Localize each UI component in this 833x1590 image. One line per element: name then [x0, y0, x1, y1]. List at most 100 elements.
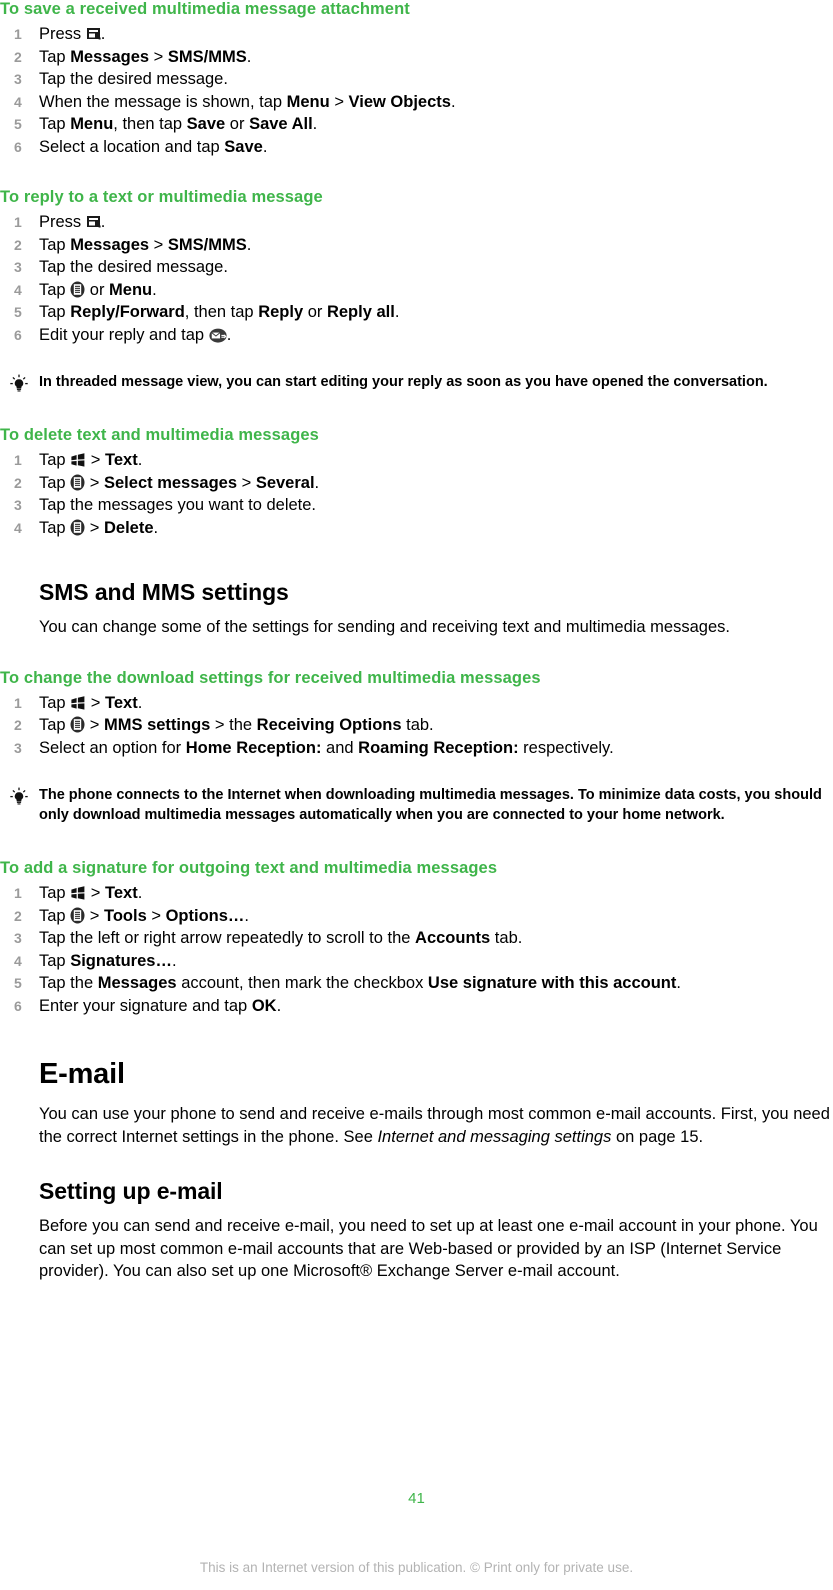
step-text-post: respectively.	[518, 738, 614, 757]
list-item: 6 Enter your signature and tap OK.	[0, 995, 833, 1018]
list-item: 1 Tap > Text.	[0, 692, 833, 715]
list-item: 1 Tap > Text.	[0, 882, 833, 905]
step-text: When the message is shown, tap	[39, 92, 287, 111]
separator: > the	[210, 716, 257, 734]
step-text-post: .	[100, 25, 106, 43]
menu-list-icon	[70, 281, 85, 298]
step-text-post: .	[152, 280, 157, 299]
steps-reply-message: 1 Press . 2 Tap Messages > SMS/MMS. 3 Ta…	[0, 211, 833, 346]
ui-label: Save All	[249, 115, 313, 133]
heading-add-signature: To add a signature for outgoing text and…	[0, 859, 498, 877]
cross-reference: Internet and messaging settings	[377, 1127, 612, 1146]
step-text: Tap the	[39, 974, 98, 992]
step-text: , then tap	[184, 303, 259, 321]
steps-save-attachment: 1 Press . 2 Tap Messages > SMS/MMS. 3 Ta…	[0, 23, 833, 158]
step-number: 2	[14, 717, 22, 733]
ui-label: Select messages	[104, 473, 238, 492]
list-item: 2 Tap Messages > SMS/MMS.	[0, 46, 833, 69]
step-number: 5	[14, 116, 22, 132]
step-text: or	[303, 303, 327, 321]
heading-setting-up-email: Setting up e-mail	[39, 1178, 223, 1204]
step-text: Select an option for	[39, 738, 186, 757]
steps-delete-messages: 1 Tap > Text. 2 Tap > Select messages > …	[0, 449, 833, 539]
footer-note: This is an Internet version of this publ…	[199, 1560, 634, 1575]
ui-label: Menu	[286, 92, 330, 111]
ui-label: Menu	[70, 115, 114, 133]
ui-label: Reply all	[326, 303, 395, 321]
separator: >	[85, 518, 104, 537]
step-text: Tap	[39, 303, 71, 321]
separator: >	[329, 92, 349, 111]
separator: >	[86, 693, 105, 712]
ui-label: Reply	[258, 303, 304, 321]
tip-download-costs: The phone connects to the Internet when …	[0, 785, 833, 825]
heading-reply-message: To reply to a text or multimedia message	[0, 188, 323, 206]
step-text-post: tab.	[490, 929, 523, 947]
phone-display-icon	[86, 215, 101, 230]
step-number: 1	[14, 26, 22, 42]
step-text-post: .	[676, 974, 681, 992]
menu-list-icon	[70, 907, 85, 924]
step-text: or	[225, 115, 250, 133]
step-number: 6	[14, 997, 22, 1014]
step-number: 1	[14, 694, 22, 711]
steps-add-signature: 1 Tap > Text. 2 Tap > Tools > Options…. …	[0, 882, 833, 1017]
body-sms-mms-settings: You can change some of the settings for …	[39, 618, 730, 636]
step-number: 4	[14, 93, 22, 110]
ui-label: Text	[105, 693, 138, 712]
step-text: Tap	[39, 884, 71, 902]
step-text: Select a location and tap	[39, 137, 225, 156]
separator: >	[149, 235, 168, 254]
heading-save-attachment: To save a received multimedia message at…	[0, 0, 410, 18]
step-number: 5	[14, 304, 22, 320]
step-text: Tap the desired message.	[39, 70, 228, 88]
menu-list-icon	[70, 474, 85, 491]
step-text: Tap	[39, 518, 71, 537]
step-number: 3	[14, 71, 22, 87]
list-item: 1 Press .	[0, 23, 833, 46]
list-item: 3 Tap the desired message.	[0, 68, 833, 91]
list-item: 6 Edit your reply and tap .	[0, 324, 833, 347]
step-text-post: .	[450, 92, 456, 111]
start-windows-icon	[70, 886, 86, 901]
step-text-post: .	[153, 518, 159, 537]
step-text-post: .	[226, 325, 232, 344]
body-email: You can use your phone to send and recei…	[39, 1103, 833, 1148]
step-number: 2	[14, 474, 22, 491]
step-number: 3	[14, 259, 22, 275]
list-item: 2 Tap Messages > SMS/MMS.	[0, 234, 833, 257]
step-text: and	[321, 738, 359, 757]
step-text: Tap	[39, 115, 71, 133]
ui-label: Messages	[70, 235, 150, 254]
document-page: To save a received multimedia message at…	[0, 0, 833, 1590]
body-email-post: on page 15.	[611, 1127, 704, 1146]
step-number: 2	[14, 907, 22, 924]
ui-label: Signatures…	[70, 951, 172, 970]
step-number: 1	[14, 452, 22, 468]
step-text-post: tab.	[401, 716, 434, 734]
heading-email: E-mail	[39, 1058, 125, 1090]
list-item: 1 Tap > Text.	[0, 449, 833, 472]
step-number: 2	[14, 236, 22, 253]
step-text: Tap	[39, 716, 71, 734]
step-text: Tap	[39, 473, 71, 492]
separator: >	[237, 473, 256, 492]
step-text-post: .	[246, 235, 252, 254]
ui-label: Messages	[97, 974, 177, 992]
lightbulb-icon	[8, 373, 30, 395]
list-item: 4 When the message is shown, tap Menu > …	[0, 91, 833, 114]
start-windows-icon	[70, 453, 86, 468]
separator: >	[85, 906, 104, 925]
separator: >	[149, 47, 168, 66]
step-number: 2	[14, 48, 22, 65]
step-text: Tap the desired message.	[39, 258, 228, 276]
ui-label: Messages	[70, 47, 150, 66]
ui-label: Tools	[104, 906, 147, 925]
ui-label: View Objects	[348, 92, 451, 111]
